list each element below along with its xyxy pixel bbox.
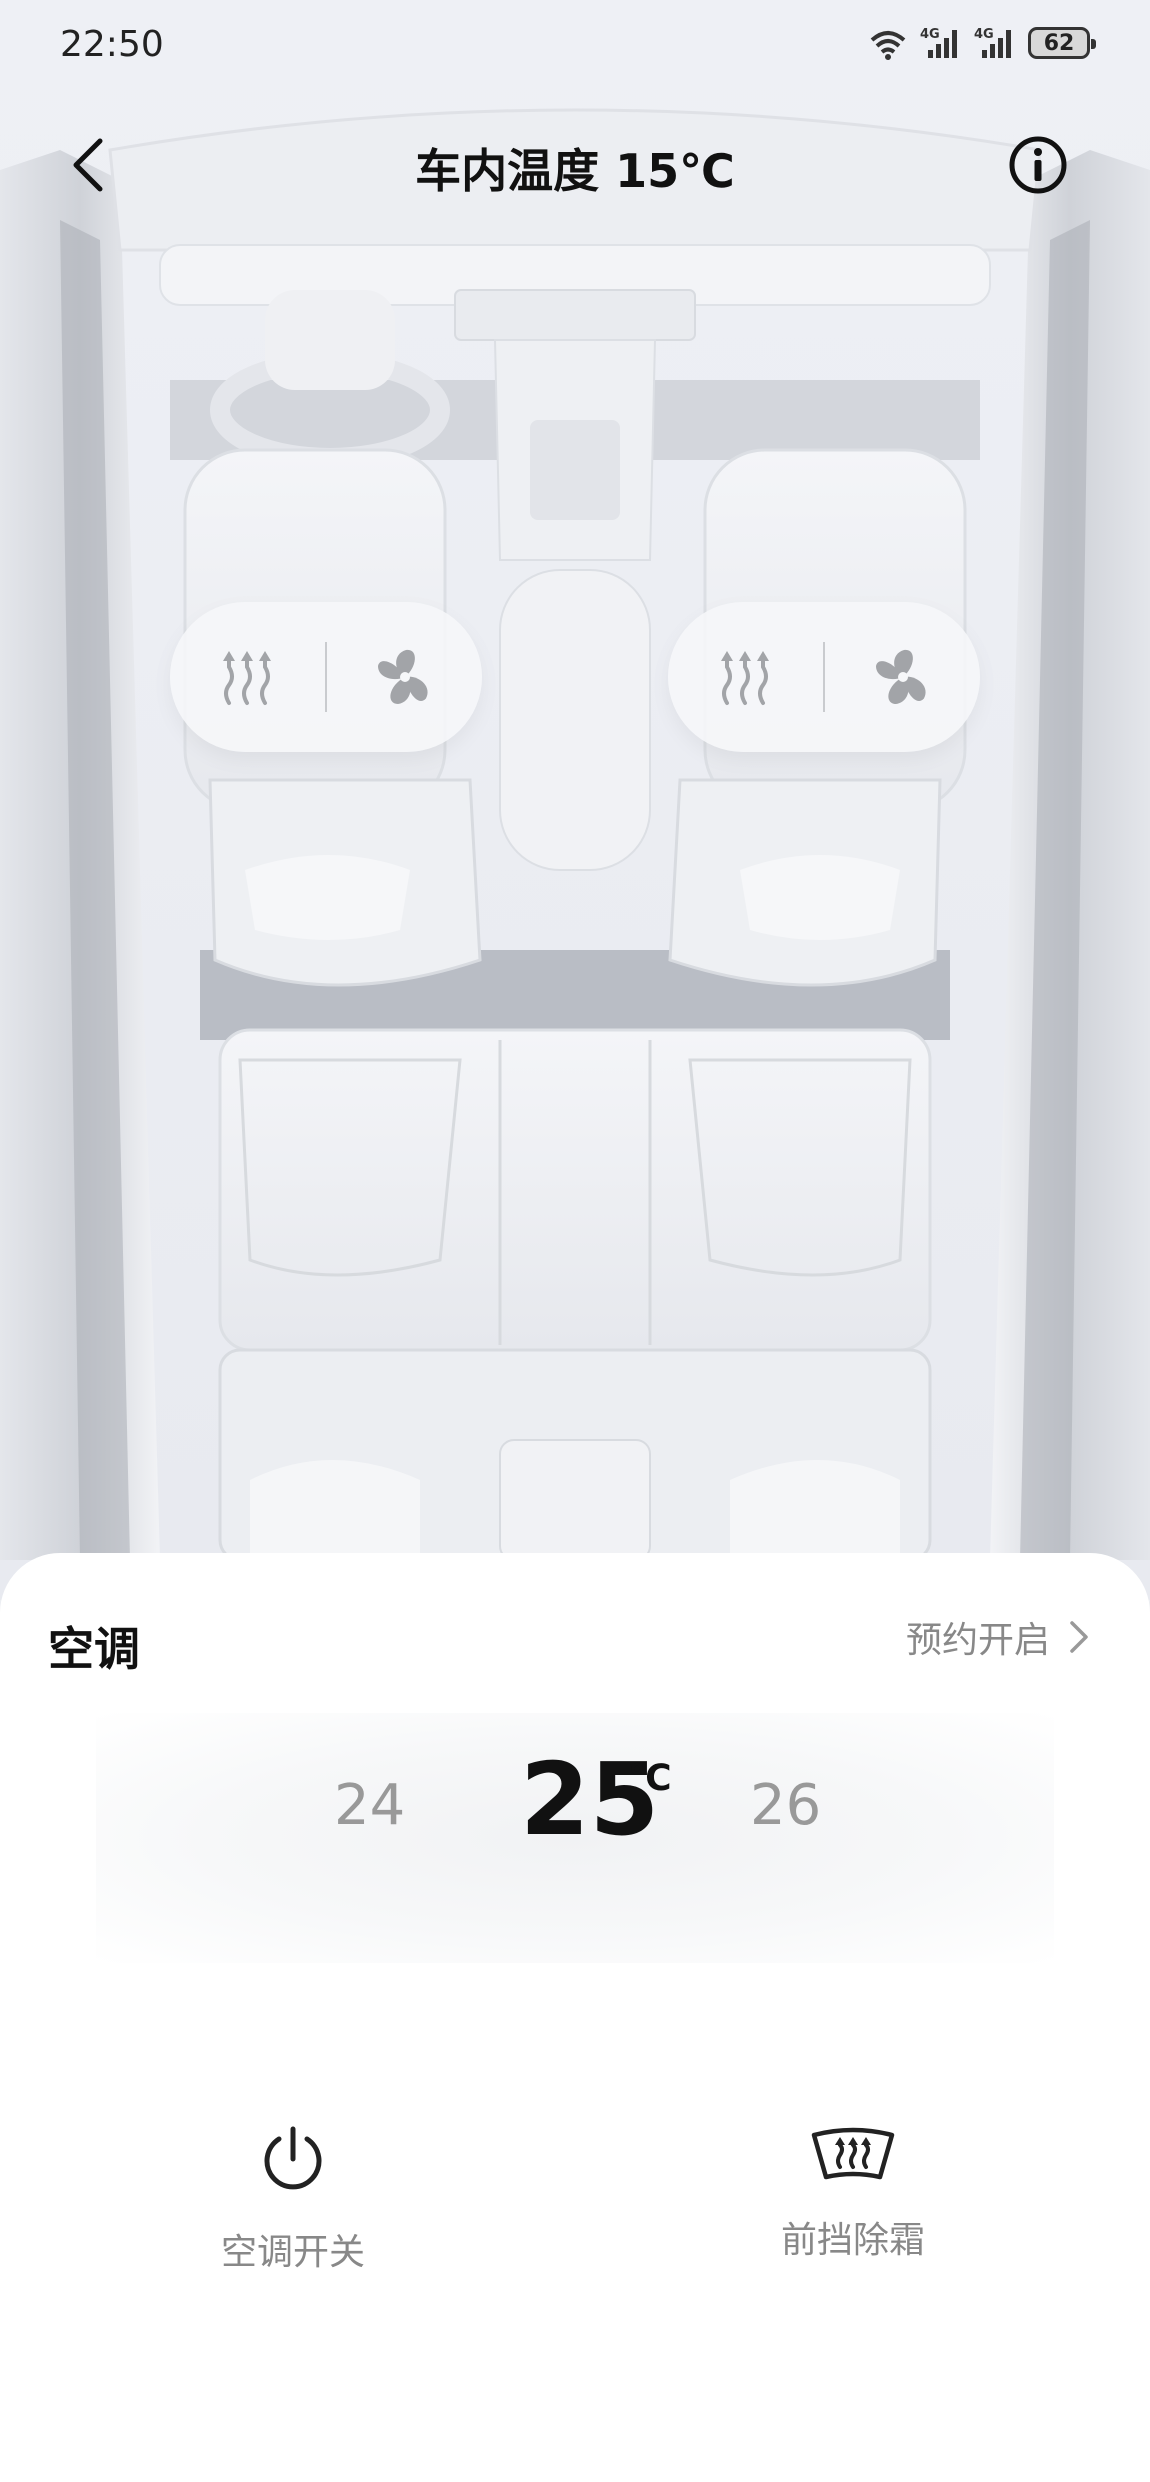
driver-seat-heat-button[interactable] <box>170 602 325 752</box>
seat-heat-icon <box>721 651 770 705</box>
car-top-view-graphic <box>0 108 1150 1562</box>
status-bar: 22:50 4G 4G 62 <box>0 0 1150 90</box>
wifi-icon <box>870 31 906 60</box>
header: 车内温度 15℃ <box>0 115 1150 215</box>
network-type-label: 4G <box>920 27 940 42</box>
power-icon <box>264 2126 322 2190</box>
info-button[interactable] <box>1008 135 1068 195</box>
ac-power-label: 空调开关 <box>220 2232 365 2273</box>
driver-seat-controls <box>170 602 482 752</box>
fan-icon <box>377 649 428 704</box>
status-icons: 4G 4G 62 <box>866 26 1096 60</box>
seat-heat-icon <box>223 651 272 705</box>
signal-4g-icon: 4G <box>920 27 957 58</box>
ac-power-button[interactable]: 空调开关 <box>143 2123 443 2275</box>
schedule-start-link[interactable]: 预约开启 <box>906 1611 1090 1663</box>
info-icon <box>1009 136 1067 194</box>
front-defrost-button[interactable]: 前挡除霜 <box>703 2123 1003 2263</box>
climate-sheet: 空调 预约开启 24 25 ℃ 26 空调开关 前挡除霜 <box>0 1553 1150 2482</box>
passenger-seat-ventilation-button[interactable] <box>825 602 980 752</box>
passenger-seat-heat-button[interactable] <box>668 602 823 752</box>
chevron-right-icon <box>1070 1621 1088 1653</box>
status-time: 22:50 <box>60 24 164 65</box>
page-title: 车内温度 15℃ <box>415 144 735 198</box>
fan-icon <box>875 649 926 704</box>
front-defrost-icon <box>811 2127 895 2180</box>
schedule-label: 预约开启 <box>905 1620 1050 1661</box>
battery-indicator: 62 <box>1028 27 1096 59</box>
car-interior-illustration <box>0 0 1150 1600</box>
section-title: 空调 <box>48 1622 140 1676</box>
network-type-label-2: 4G <box>974 27 994 42</box>
passenger-seat-controls <box>668 602 980 752</box>
temperature-unit: ℃ <box>628 1758 672 1799</box>
front-defrost-label: 前挡除霜 <box>780 2220 925 2261</box>
signal-4g-icon-2: 4G <box>974 27 1011 58</box>
driver-seat-ventilation-button[interactable] <box>327 602 482 752</box>
temperature-option-next[interactable]: 26 <box>750 1773 821 1838</box>
temperature-option-prev[interactable]: 24 <box>334 1773 405 1838</box>
